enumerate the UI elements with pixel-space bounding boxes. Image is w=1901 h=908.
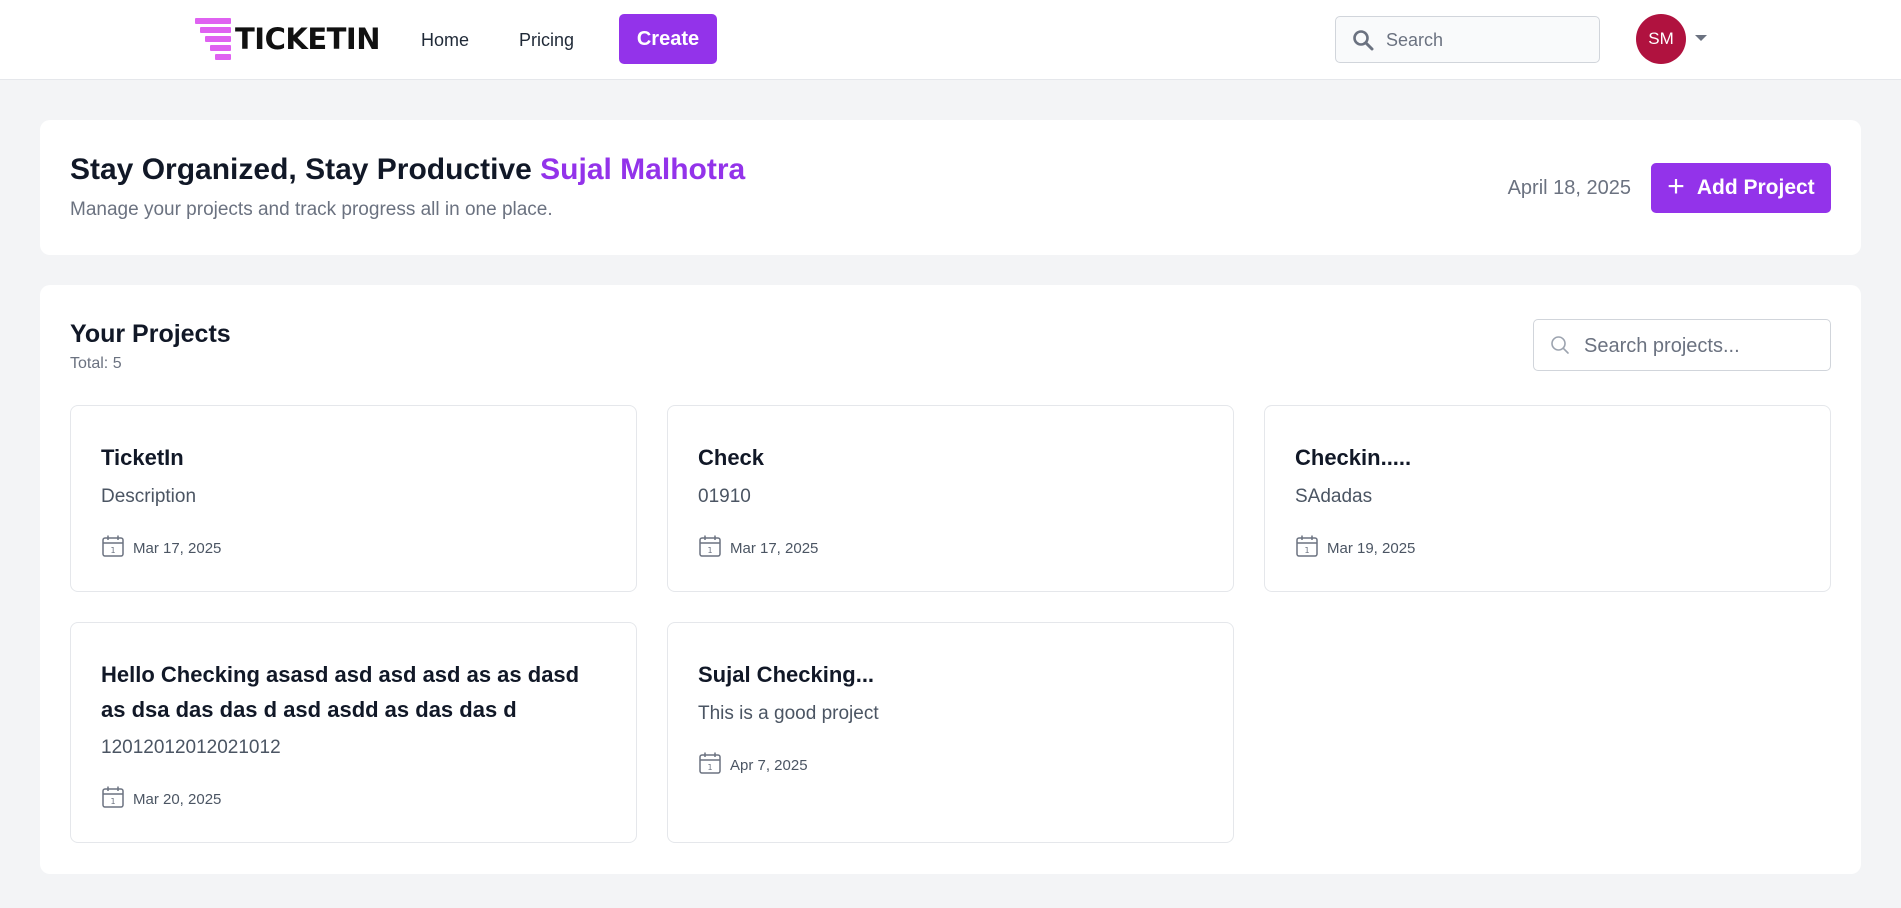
svg-text:1: 1	[110, 546, 115, 555]
project-date-text: Mar 17, 2025	[133, 539, 222, 557]
welcome-title: Stay Organized, Stay Productive Sujal Ma…	[70, 153, 745, 187]
project-title: TicketIn	[101, 445, 184, 470]
logo[interactable]: TICKETIN	[195, 18, 380, 60]
welcome-title-text: Stay Organized, Stay Productive	[70, 153, 532, 186]
add-project-button[interactable]: + Add Project	[1651, 163, 1831, 213]
plus-icon: +	[1667, 169, 1685, 203]
projects-total: Total: 5	[70, 355, 122, 372]
project-title: Sujal Checking...	[698, 662, 875, 687]
search-icon	[1550, 335, 1570, 360]
project-date-text: Mar 20, 2025	[133, 790, 222, 808]
welcome-card: Stay Organized, Stay Productive Sujal Ma…	[40, 120, 1861, 255]
calendar-icon: 1	[698, 534, 722, 562]
svg-text:1: 1	[1304, 546, 1309, 555]
project-card[interactable]: Hello Checking asasd asd asd asd as as d…	[70, 622, 637, 843]
logo-mark-icon	[195, 18, 233, 60]
project-description: SAdadas	[1295, 486, 1373, 507]
user-name: Sujal Malhotra	[540, 153, 746, 186]
project-title: Hello Checking asasd asd asd asd as as d…	[101, 662, 580, 722]
project-title: Check	[698, 445, 765, 470]
current-date: April 18, 2025	[1507, 177, 1631, 199]
avatar[interactable]: SM	[1636, 14, 1686, 64]
svg-text:1: 1	[707, 546, 712, 555]
project-date-text: Mar 17, 2025	[730, 539, 819, 557]
logo-text: TICKETIN	[235, 22, 380, 56]
svg-text:1: 1	[110, 797, 115, 806]
project-description: 12012012012021012	[101, 737, 281, 758]
search-icon	[1352, 29, 1374, 56]
calendar-icon: 1	[101, 785, 125, 813]
project-card[interactable]: Checkin..... SAdadas 1 Mar 19, 2025	[1264, 405, 1831, 592]
projects-search-input[interactable]	[1584, 333, 1814, 359]
create-button[interactable]: Create	[619, 14, 717, 64]
project-date: 1 Mar 17, 2025	[698, 534, 818, 562]
project-title: Checkin.....	[1295, 445, 1412, 470]
nav-link-home[interactable]: Home	[421, 30, 469, 51]
project-date: 1 Apr 7, 2025	[698, 751, 808, 779]
nav-search-box[interactable]	[1335, 16, 1600, 63]
project-card[interactable]: TicketIn Description 1 Mar 17, 2025	[70, 405, 637, 592]
project-card[interactable]: Sujal Checking... This is a good project…	[667, 622, 1234, 843]
project-date-text: Apr 7, 2025	[730, 756, 808, 774]
top-navbar: TICKETIN Home Pricing Create SM	[0, 0, 1901, 80]
project-date: 1 Mar 17, 2025	[101, 534, 221, 562]
nav-search-input[interactable]	[1386, 27, 1586, 53]
projects-panel: Your Projects Total: 5 TicketIn Descript…	[40, 285, 1861, 874]
calendar-icon: 1	[698, 751, 722, 779]
project-card[interactable]: Check 01910 1 Mar 17, 2025	[667, 405, 1234, 592]
project-description: This is a good project	[698, 703, 879, 724]
add-project-label: Add Project	[1696, 176, 1815, 199]
caret-down-icon[interactable]	[1695, 35, 1707, 41]
projects-search-box[interactable]	[1533, 319, 1831, 371]
welcome-subtitle: Manage your projects and track progress …	[70, 199, 553, 220]
calendar-icon: 1	[1295, 534, 1319, 562]
nav-link-pricing[interactable]: Pricing	[519, 30, 574, 51]
project-description: 01910	[698, 486, 751, 507]
projects-title: Your Projects	[70, 320, 231, 348]
project-date: 1 Mar 20, 2025	[101, 785, 221, 813]
project-date-text: Mar 19, 2025	[1327, 539, 1416, 557]
project-description: Description	[101, 486, 197, 507]
svg-text:1: 1	[707, 763, 712, 772]
calendar-icon: 1	[101, 534, 125, 562]
project-date: 1 Mar 19, 2025	[1295, 534, 1415, 562]
